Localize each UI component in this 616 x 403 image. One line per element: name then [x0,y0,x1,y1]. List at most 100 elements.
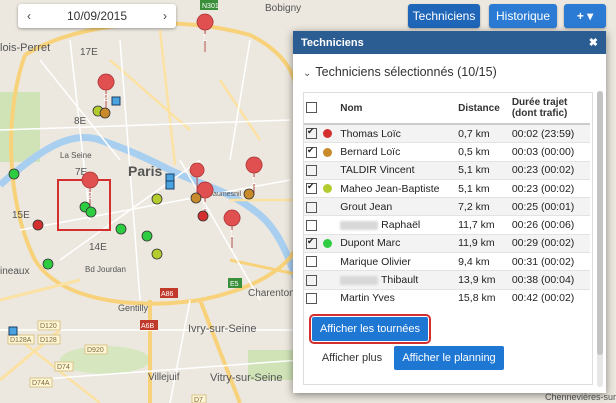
map-label-ineaux: ineaux [0,266,29,277]
technician-name: TALDIR Vincent [340,164,415,177]
panel-scrollbar[interactable] [597,91,603,387]
prev-day-button[interactable]: ‹ [18,9,40,23]
technician-duree: 00:42 (00:02) [509,288,590,307]
technician-checkbox[interactable] [306,219,317,231]
technician-duree: 00:38 (00:04) [509,270,590,290]
map-label-ivry: Ivry-sur-Seine [188,323,256,335]
technician-checkbox[interactable] [306,145,317,158]
agency-marker [111,96,121,106]
map-label-gentilly: Gentilly [118,303,149,313]
technician-name: Grout Jean [340,200,393,213]
technician-distance: 13,9 km [456,270,510,290]
col-duree: Durée trajet (dont trafic) [509,93,590,125]
panel-header: Techniciens ✖ [293,31,606,54]
technician-marker [197,210,209,222]
technician-color-dot [323,129,333,139]
technician-name: Thomas Loïc [340,127,401,140]
close-icon[interactable]: ✖ [589,36,598,49]
date-navigator: ‹ 10/09/2015 › [18,4,176,28]
technician-marker [32,219,44,231]
map-shield-e5: E5 [230,281,239,288]
technician-name: Bernard Loïc [340,145,401,158]
technician-duree: 00:23 (00:02) [509,160,590,180]
technician-duree: 00:29 (00:02) [509,233,590,253]
technician-distance: 9,4 km [456,252,510,271]
technician-checkbox[interactable] [306,164,317,176]
map-label-charenton: Charenton- [248,288,298,299]
redacted-name [340,275,379,285]
table-row[interactable]: Raphaël 11,7 km 00:26 (00:06) [304,215,590,235]
map-label-bdjourdan: Bd Jourdan [85,265,126,274]
selected-technicians-header[interactable]: ⌄ Techniciens sélectionnés (10/15) [293,54,606,87]
map-shield-n301: N301 [202,3,219,10]
afficher-planning-button[interactable]: Afficher le planning [394,346,504,370]
technician-marker [8,168,20,180]
map-shield-d7: D7 [194,397,203,403]
technician-marker [141,230,153,242]
svg-text:2: 2 [87,191,93,202]
redacted-name [340,220,379,230]
technician-name: Raphaël [381,219,421,232]
technician-duree: 00:23 (00:02) [509,178,590,198]
add-dropdown-button[interactable]: + ▾ [564,4,606,28]
technician-name: Martin Yves [340,292,395,305]
table-row[interactable]: Dupont Marc 11,9 km00:29 (00:02) [304,233,590,253]
svg-text:1: 1 [202,201,208,212]
map-label-8e: 8E [74,116,87,127]
table-row[interactable]: Bernard Loïc 0,5 km00:03 (00:00) [304,142,590,162]
table-row[interactable]: Marique Olivier 9,4 km 00:31 (00:02) [304,252,590,271]
table-row[interactable]: Martin Yves 15,8 km 00:42 (00:02) [304,288,590,307]
technician-distance: 11,9 km [456,233,510,253]
technician-marker [190,192,202,204]
table-row[interactable]: TALDIR Vincent 5,1 km 00:23 (00:02) [304,160,590,180]
map-shield-d128a: D128A [10,337,32,344]
technician-checkbox[interactable] [306,181,317,195]
technician-checkbox[interactable] [306,293,317,305]
technician-duree: 00:03 (00:00) [509,142,590,162]
scrollbar-thumb[interactable] [597,91,603,355]
technicians-table-container: Nom Distance Durée trajet (dont trafic) … [303,92,593,385]
svg-text:1: 1 [251,176,257,187]
afficher-plus-button[interactable]: Afficher plus [314,346,390,370]
map-shield-d128: D128 [40,337,57,344]
table-row[interactable]: Thomas Loïc 0,7 km00:02 (23:59) [304,123,590,143]
current-date[interactable]: 10/09/2015 [40,9,154,23]
agency-marker [8,326,18,336]
technician-name: Thibault [380,274,419,287]
techniciens-button[interactable]: Techniciens [408,4,480,28]
map-label-14e: 14E [89,242,107,253]
technician-duree: 00:25 (00:01) [509,197,590,216]
historique-button[interactable]: Historique [489,4,557,28]
agency-marker [165,180,175,190]
technician-color-dot [323,147,333,157]
map-label-15e: 15E [12,210,30,221]
technician-distance: 5,1 km [456,178,510,198]
next-day-button[interactable]: › [154,9,176,23]
table-row[interactable]: Grout Jean 7,2 km 00:25 (00:01) [304,197,590,216]
afficher-tournees-button[interactable]: Afficher les tournées [309,314,431,344]
map-shield-d920: D920 [87,347,104,354]
map-shield-d120: D120 [40,323,57,330]
technician-color-dot [323,239,333,249]
technician-distance: 15,8 km [456,288,510,307]
technician-name: Maheo Jean-Baptiste [340,182,440,195]
map-label-seine: La Seine [60,151,92,160]
technician-checkbox[interactable] [306,201,317,213]
technician-checkbox[interactable] [306,236,317,250]
table-row[interactable]: Thibault 13,9 km 00:38 (00:04) [304,270,590,290]
map-label-vitry: Vitry-sur-Seine [210,372,283,384]
table-row[interactable]: Maheo Jean-Baptiste 5,1 km00:23 (00:02) [304,178,590,198]
svg-text:1: 1 [229,229,235,240]
technician-distance: 0,7 km [456,123,510,143]
map-label-villejuif: Villejuif [148,372,180,383]
svg-text:1: 1 [202,33,208,44]
technician-checkbox[interactable] [306,256,317,268]
map-label-17e: 17E [80,47,98,58]
technician-checkbox[interactable] [306,274,317,286]
technician-checkbox[interactable] [306,126,317,140]
panel-title: Techniciens [301,36,364,49]
map-label-chennevieres: Chennevières-sur-Marne [545,392,616,402]
technician-distance: 5,1 km [456,160,510,180]
select-all-checkbox[interactable] [306,102,317,114]
technician-marker [243,188,255,200]
